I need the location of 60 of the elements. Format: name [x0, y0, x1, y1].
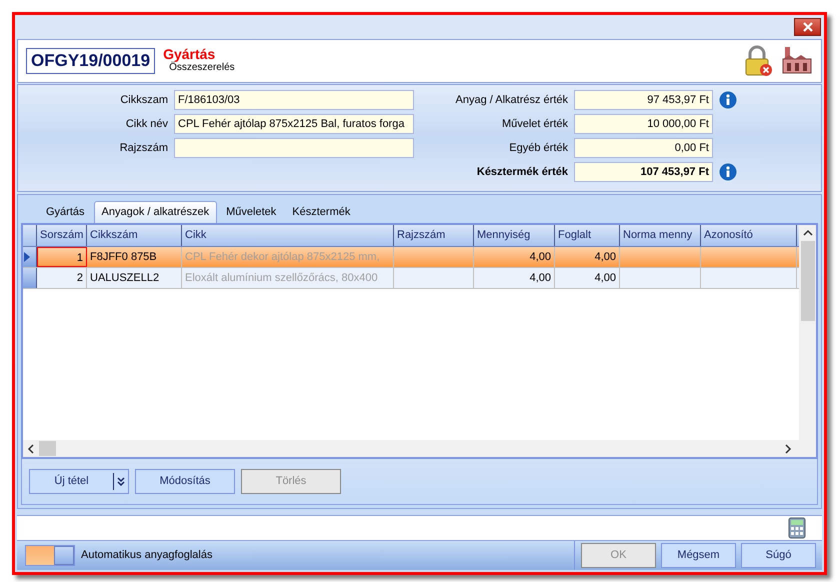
input-field[interactable]: 10 000,00 Ft [574, 114, 713, 134]
column-header[interactable]: Norma menny [620, 225, 701, 246]
scroll-right-icon[interactable] [784, 444, 792, 454]
field-label: Egyéb érték [508, 140, 568, 156]
scroll-up-icon[interactable] [802, 229, 812, 237]
scrollbar-thumb[interactable] [800, 241, 814, 321]
dialog-button[interactable]: Mégsem [661, 543, 736, 568]
input-field[interactable]: F/186103/03 [174, 90, 414, 110]
table-cell: 4,00 [474, 268, 555, 288]
toggle-switch[interactable] [25, 545, 75, 566]
table-cell: CPL Fehér dekor ajtólap 875x2125 mm, [182, 247, 394, 267]
info-icon[interactable] [719, 91, 737, 109]
field-label: Késztermék érték [476, 164, 568, 180]
scroll-left-icon[interactable] [27, 444, 35, 454]
form-subtitle: Összeszerelés [169, 62, 235, 75]
input-field[interactable]: 0,00 Ft [574, 138, 713, 158]
tab[interactable]: Műveletek [219, 201, 284, 223]
field-label: Rajzszám [118, 140, 168, 156]
padlock-icon[interactable] [743, 45, 773, 77]
table-row[interactable]: 1 F8JFF0 875B CPL Fehér dekor ajtólap 875x2125 mm, 4,00 4,00 [23, 247, 799, 268]
form-title: Gyártás [163, 47, 216, 61]
calculator-icon[interactable] [788, 517, 806, 539]
input-field[interactable]: 97 453,97 Ft [574, 90, 713, 110]
dialog-button[interactable]: Súgó [741, 543, 816, 568]
input-field[interactable]: 107 453,97 Ft [574, 162, 713, 182]
column-header[interactable]: Cikk [182, 225, 394, 246]
field-label: Művelet érték [500, 116, 568, 132]
action-button[interactable]: Módosítás [135, 469, 235, 494]
table-cell: Eloxált alumínium szellőzőrács, 80x400 [182, 268, 394, 288]
scrollbar-thumb[interactable] [39, 441, 56, 456]
row-pointer-icon [23, 251, 31, 263]
column-header[interactable]: Azonosító [701, 225, 797, 246]
input-field[interactable] [174, 138, 414, 158]
document-number: OFGY19/00019 [26, 48, 156, 74]
column-header[interactable]: Mennyiség [474, 225, 555, 246]
field-label: Anyag / Alkatrész érték [454, 92, 568, 108]
tab[interactable]: Anyagok / alkatrészek [94, 201, 218, 223]
tab[interactable]: Késztermék [285, 201, 358, 223]
table-cell: 1 [37, 247, 87, 267]
table-row[interactable]: 2 UALUSZELL2 Eloxált alumínium szellőzőrács, 80x400 4,00 4,00 [23, 268, 799, 289]
column-header[interactable]: Rajzszám [394, 225, 474, 246]
table-cell: F8JFF0 875B [87, 247, 182, 267]
field-label: Cikk név [124, 116, 168, 132]
close-button[interactable] [794, 18, 821, 36]
field-label: Cikkszam [119, 92, 168, 108]
new-item-button[interactable]: Új tétel [29, 469, 129, 494]
double-chevron-icon [117, 477, 125, 486]
input-field[interactable]: CPL Fehér ajtólap 875x2125 Bal, furatos forga [174, 114, 414, 134]
tab[interactable]: Gyártás [39, 201, 92, 223]
toggle-label: Automatikus anyagfoglalás [81, 548, 212, 564]
table-cell: 2 [37, 268, 87, 288]
table-cell: 4,00 [555, 268, 620, 288]
column-header[interactable]: Foglalt [555, 225, 620, 246]
info-icon[interactable] [719, 163, 737, 181]
column-header[interactable]: Cikkszám [87, 225, 182, 246]
column-header[interactable]: Sorszám [37, 225, 87, 246]
close-icon [802, 22, 812, 32]
table-cell: UALUSZELL2 [87, 268, 182, 288]
table-cell: 4,00 [474, 247, 555, 267]
table-cell: 4,00 [555, 247, 620, 267]
